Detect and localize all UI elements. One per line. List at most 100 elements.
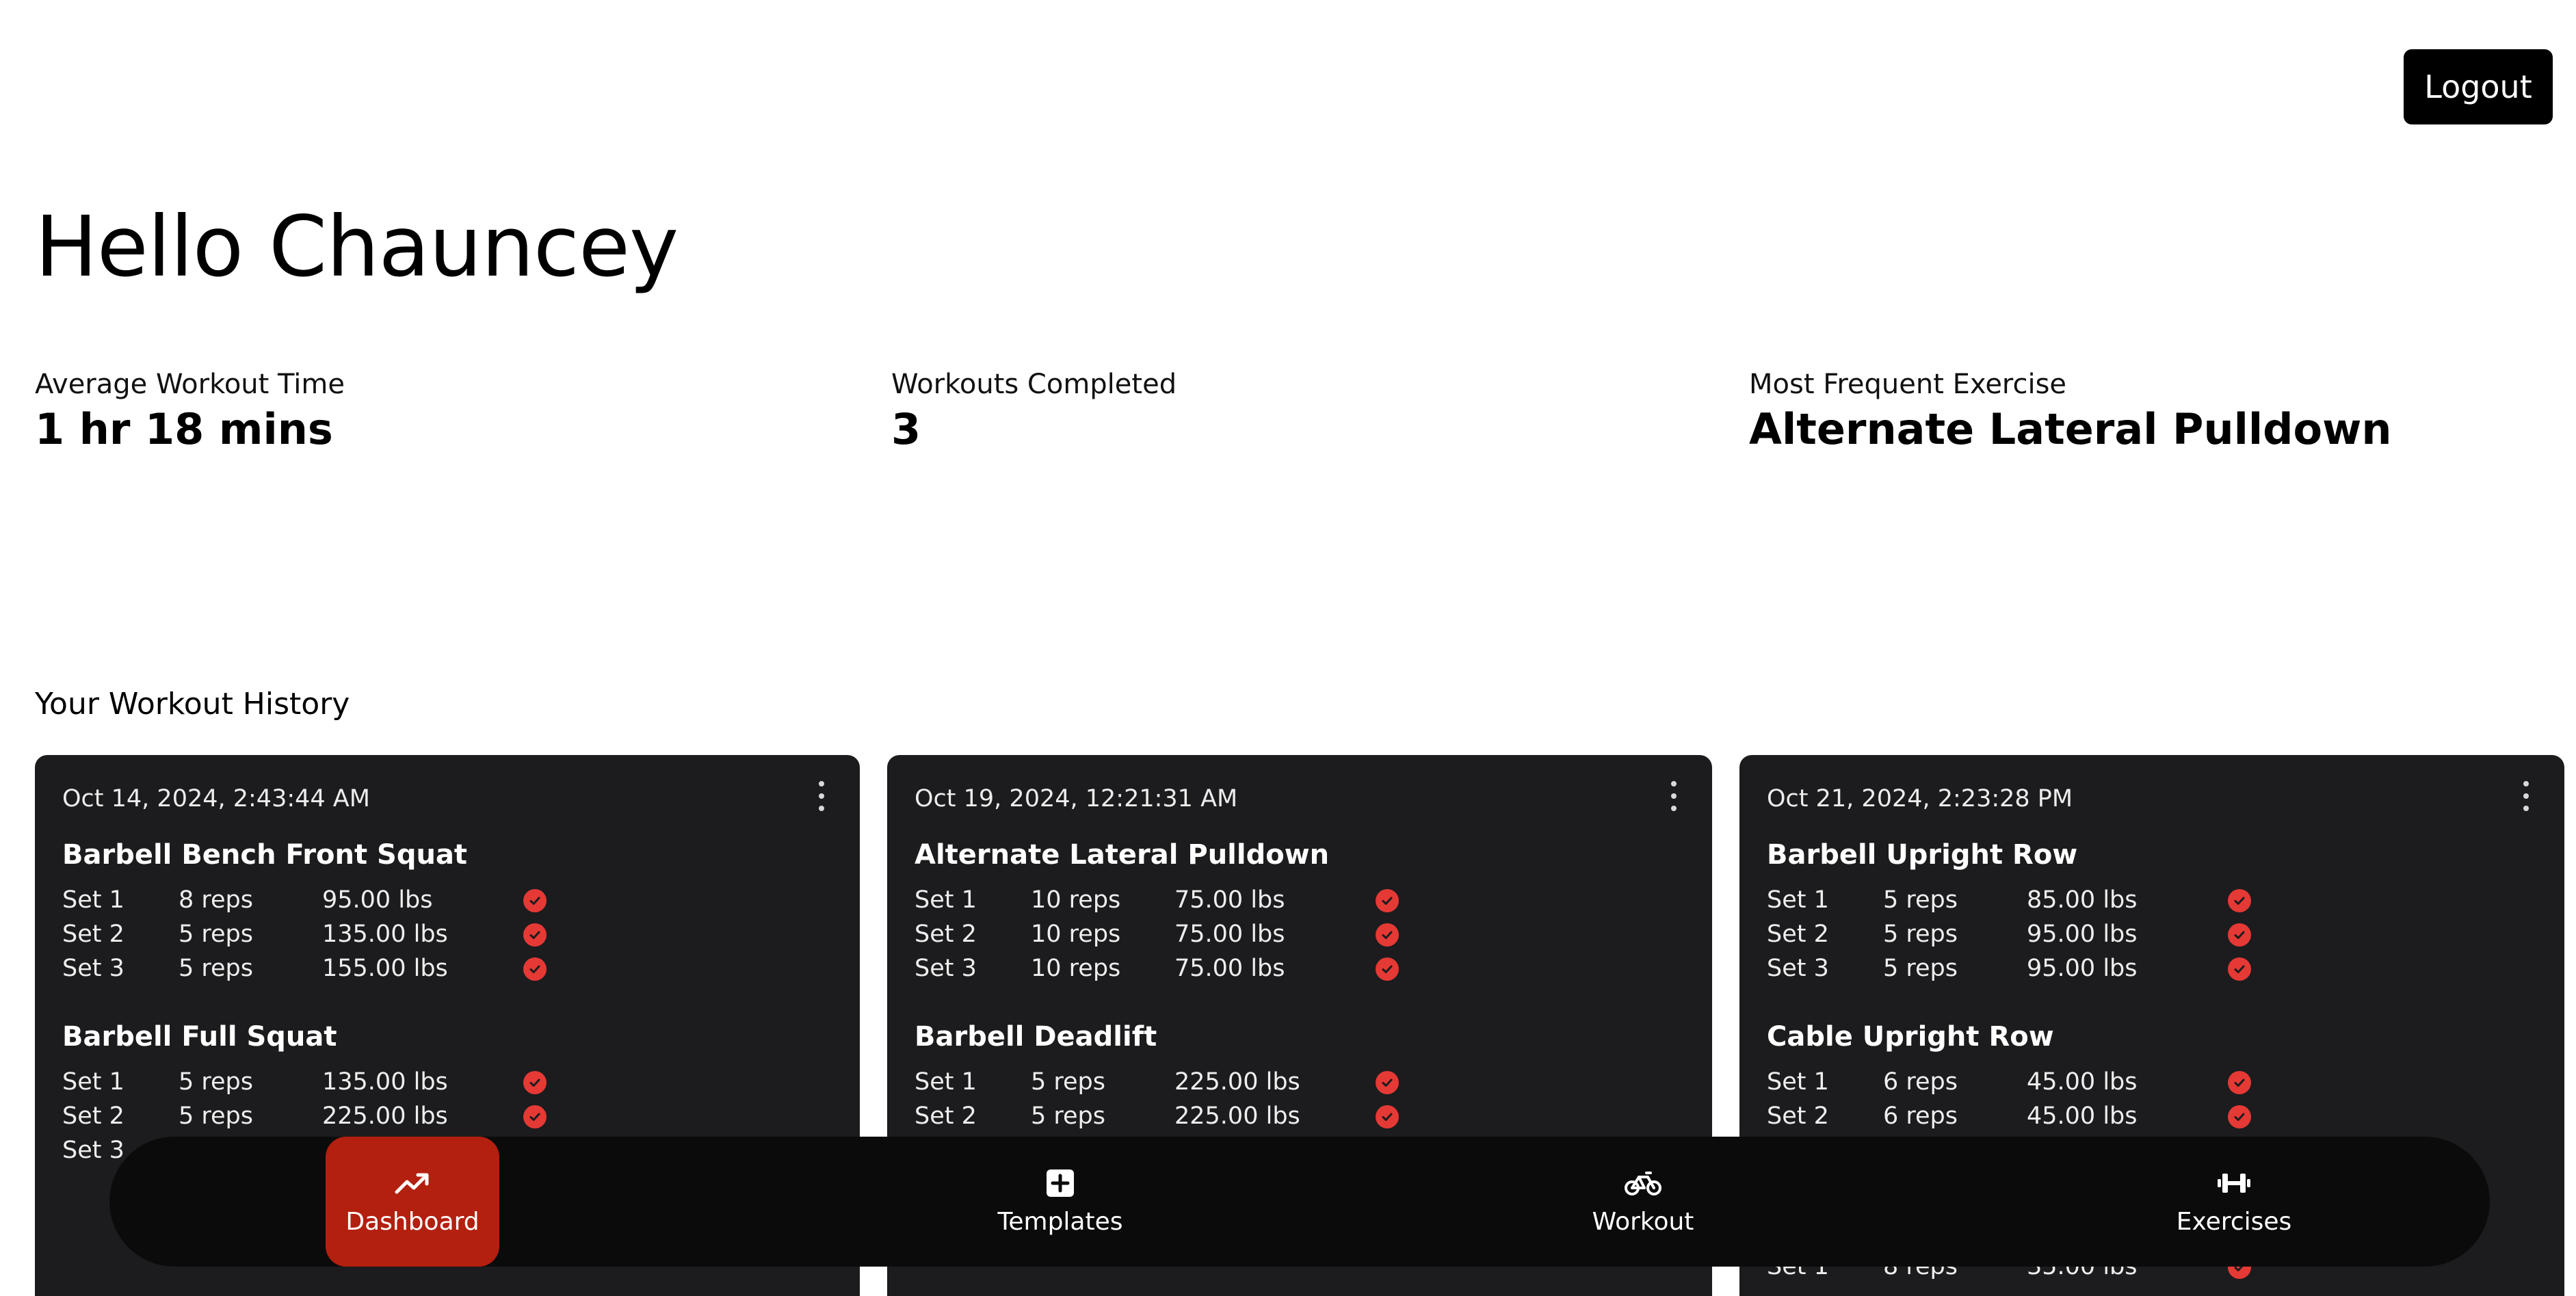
set-reps: 5 reps [179, 955, 253, 982]
set-weight: 45.00 lbs [2027, 1068, 2138, 1096]
workout-date: Oct 14, 2024, 2:43:44 AM [62, 785, 370, 812]
set-weight: 225.00 lbs [322, 1102, 448, 1130]
set-number: Set 2 [62, 921, 124, 948]
set-row: Set 1 5 reps 85.00 lbs [1767, 881, 2533, 915]
set-number: Set 1 [62, 886, 124, 914]
set-reps: 5 reps [1883, 921, 1958, 948]
exercise-name: Barbell Upright Row [1767, 839, 2078, 871]
set-reps: 6 reps [1883, 1102, 1958, 1130]
set-number: Set 1 [1767, 1068, 1829, 1096]
set-weight: 225.00 lbs [1174, 1102, 1300, 1130]
stat-average-workout-time: Average Workout Time 1 hr 18 mins [35, 368, 345, 458]
more-options-icon[interactable] [2519, 781, 2533, 811]
set-number: Set 2 [1767, 921, 1829, 948]
stat-value: Alternate Lateral Pulldown [1749, 404, 2392, 454]
check-circle-icon [523, 923, 547, 947]
set-weight: 75.00 lbs [1174, 921, 1285, 948]
set-row: Set 1 5 reps 135.00 lbs [62, 1063, 828, 1097]
nav-item-dashboard[interactable]: Dashboard [326, 1137, 499, 1267]
exercise-name: Cable Upright Row [1767, 1021, 2054, 1053]
nav-item-templates[interactable]: Templates [958, 1137, 1163, 1267]
set-weight: 75.00 lbs [1174, 955, 1285, 982]
set-number: Set 2 [1767, 1102, 1829, 1130]
set-number: Set 3 [62, 955, 124, 982]
set-reps: 5 reps [1883, 955, 1958, 982]
set-weight: 75.00 lbs [1174, 886, 1285, 914]
exercise-block: Cable Upright Row Set 1 6 reps 45.00 lbs… [1767, 1023, 2533, 1131]
set-weight: 135.00 lbs [322, 921, 448, 948]
set-row: Set 1 8 reps 95.00 lbs [62, 881, 828, 915]
check-circle-icon [523, 1105, 547, 1128]
nav-item-label: Templates [997, 1207, 1123, 1236]
nav-item-workout[interactable]: Workout [1540, 1137, 1746, 1267]
set-row: Set 2 5 reps 225.00 lbs [915, 1097, 1681, 1131]
trending-up-icon [395, 1168, 430, 1198]
check-circle-icon [2228, 957, 2251, 981]
check-circle-icon [1376, 957, 1399, 981]
set-number: Set 2 [62, 1102, 124, 1130]
set-number: Set 1 [62, 1068, 124, 1096]
stat-label: Average Workout Time [35, 369, 345, 400]
dumbbell-icon [2216, 1168, 2252, 1198]
nav-item-label: Exercises [2176, 1207, 2292, 1236]
set-row: Set 1 10 reps 75.00 lbs [915, 881, 1681, 915]
workout-history-heading: Your Workout History [35, 687, 350, 722]
exercise-name: Barbell Bench Front Squat [62, 839, 468, 871]
more-options-icon[interactable] [815, 781, 828, 811]
set-reps: 6 reps [1883, 1068, 1958, 1096]
set-number: Set 1 [915, 886, 977, 914]
exercise-name: Barbell Deadlift [915, 1021, 1157, 1053]
stat-most-frequent-exercise: Most Frequent Exercise Alternate Lateral… [1749, 368, 2392, 458]
stat-workouts-completed: Workouts Completed 3 [891, 368, 1177, 458]
exercise-block: Alternate Lateral Pulldown Set 1 10 reps… [915, 841, 1681, 983]
set-weight: 45.00 lbs [2027, 1102, 2138, 1130]
set-row: Set 2 5 reps 225.00 lbs [62, 1097, 828, 1131]
dashboard-page: Logout Hello Chauncey Average Workout Ti… [0, 0, 2576, 1296]
workout-date: Oct 21, 2024, 2:23:28 PM [1767, 785, 2073, 812]
more-options-icon[interactable] [1667, 781, 1681, 811]
workout-date: Oct 19, 2024, 12:21:31 AM [915, 785, 1238, 812]
set-reps: 5 reps [179, 1102, 253, 1130]
set-reps: 5 reps [179, 1068, 253, 1096]
exercise-name: Alternate Lateral Pulldown [915, 839, 1330, 871]
stat-value: 3 [891, 404, 921, 454]
check-circle-icon [2228, 1071, 2251, 1094]
set-reps: 5 reps [1031, 1102, 1105, 1130]
set-number: Set 3 [62, 1137, 124, 1164]
set-number: Set 3 [1767, 955, 1829, 982]
check-circle-icon [2228, 1105, 2251, 1128]
set-row: Set 2 10 reps 75.00 lbs [915, 915, 1681, 949]
nav-item-exercises[interactable]: Exercises [2125, 1137, 2343, 1267]
set-weight: 155.00 lbs [322, 955, 448, 982]
set-row: Set 2 5 reps 95.00 lbs [1767, 915, 2533, 949]
stat-label: Workouts Completed [891, 369, 1177, 400]
nav-item-label: Workout [1592, 1207, 1694, 1236]
check-circle-icon [523, 889, 547, 912]
set-row: Set 3 5 reps 95.00 lbs [1767, 949, 2533, 983]
set-weight: 95.00 lbs [322, 886, 433, 914]
logout-button[interactable]: Logout [2404, 49, 2553, 124]
nav-item-label: Dashboard [345, 1207, 479, 1236]
set-row: Set 2 5 reps 135.00 lbs [62, 915, 828, 949]
check-circle-icon [2228, 889, 2251, 912]
bottom-nav-bar: Dashboard Templates Workout Exercises [109, 1137, 2490, 1267]
set-number: Set 3 [915, 955, 977, 982]
set-reps: 5 reps [1883, 886, 1958, 914]
check-circle-icon [523, 1071, 547, 1094]
exercise-block: Barbell Deadlift Set 1 5 reps 225.00 lbs… [915, 1023, 1681, 1131]
set-reps: 10 reps [1031, 886, 1121, 914]
exercise-name: Barbell Full Squat [62, 1021, 337, 1053]
set-row: Set 1 5 reps 225.00 lbs [915, 1063, 1681, 1097]
set-reps: 10 reps [1031, 921, 1121, 948]
stat-value: 1 hr 18 mins [35, 404, 333, 454]
set-reps: 5 reps [179, 921, 253, 948]
set-row: Set 2 6 reps 45.00 lbs [1767, 1097, 2533, 1131]
set-number: Set 2 [915, 1102, 977, 1130]
set-row: Set 1 6 reps 45.00 lbs [1767, 1063, 2533, 1097]
set-reps: 10 reps [1031, 955, 1121, 982]
page-title: Hello Chauncey [35, 198, 679, 295]
set-row: Set 3 10 reps 75.00 lbs [915, 949, 1681, 983]
set-reps: 5 reps [1031, 1068, 1105, 1096]
set-weight: 135.00 lbs [322, 1068, 448, 1096]
check-circle-icon [1376, 889, 1399, 912]
